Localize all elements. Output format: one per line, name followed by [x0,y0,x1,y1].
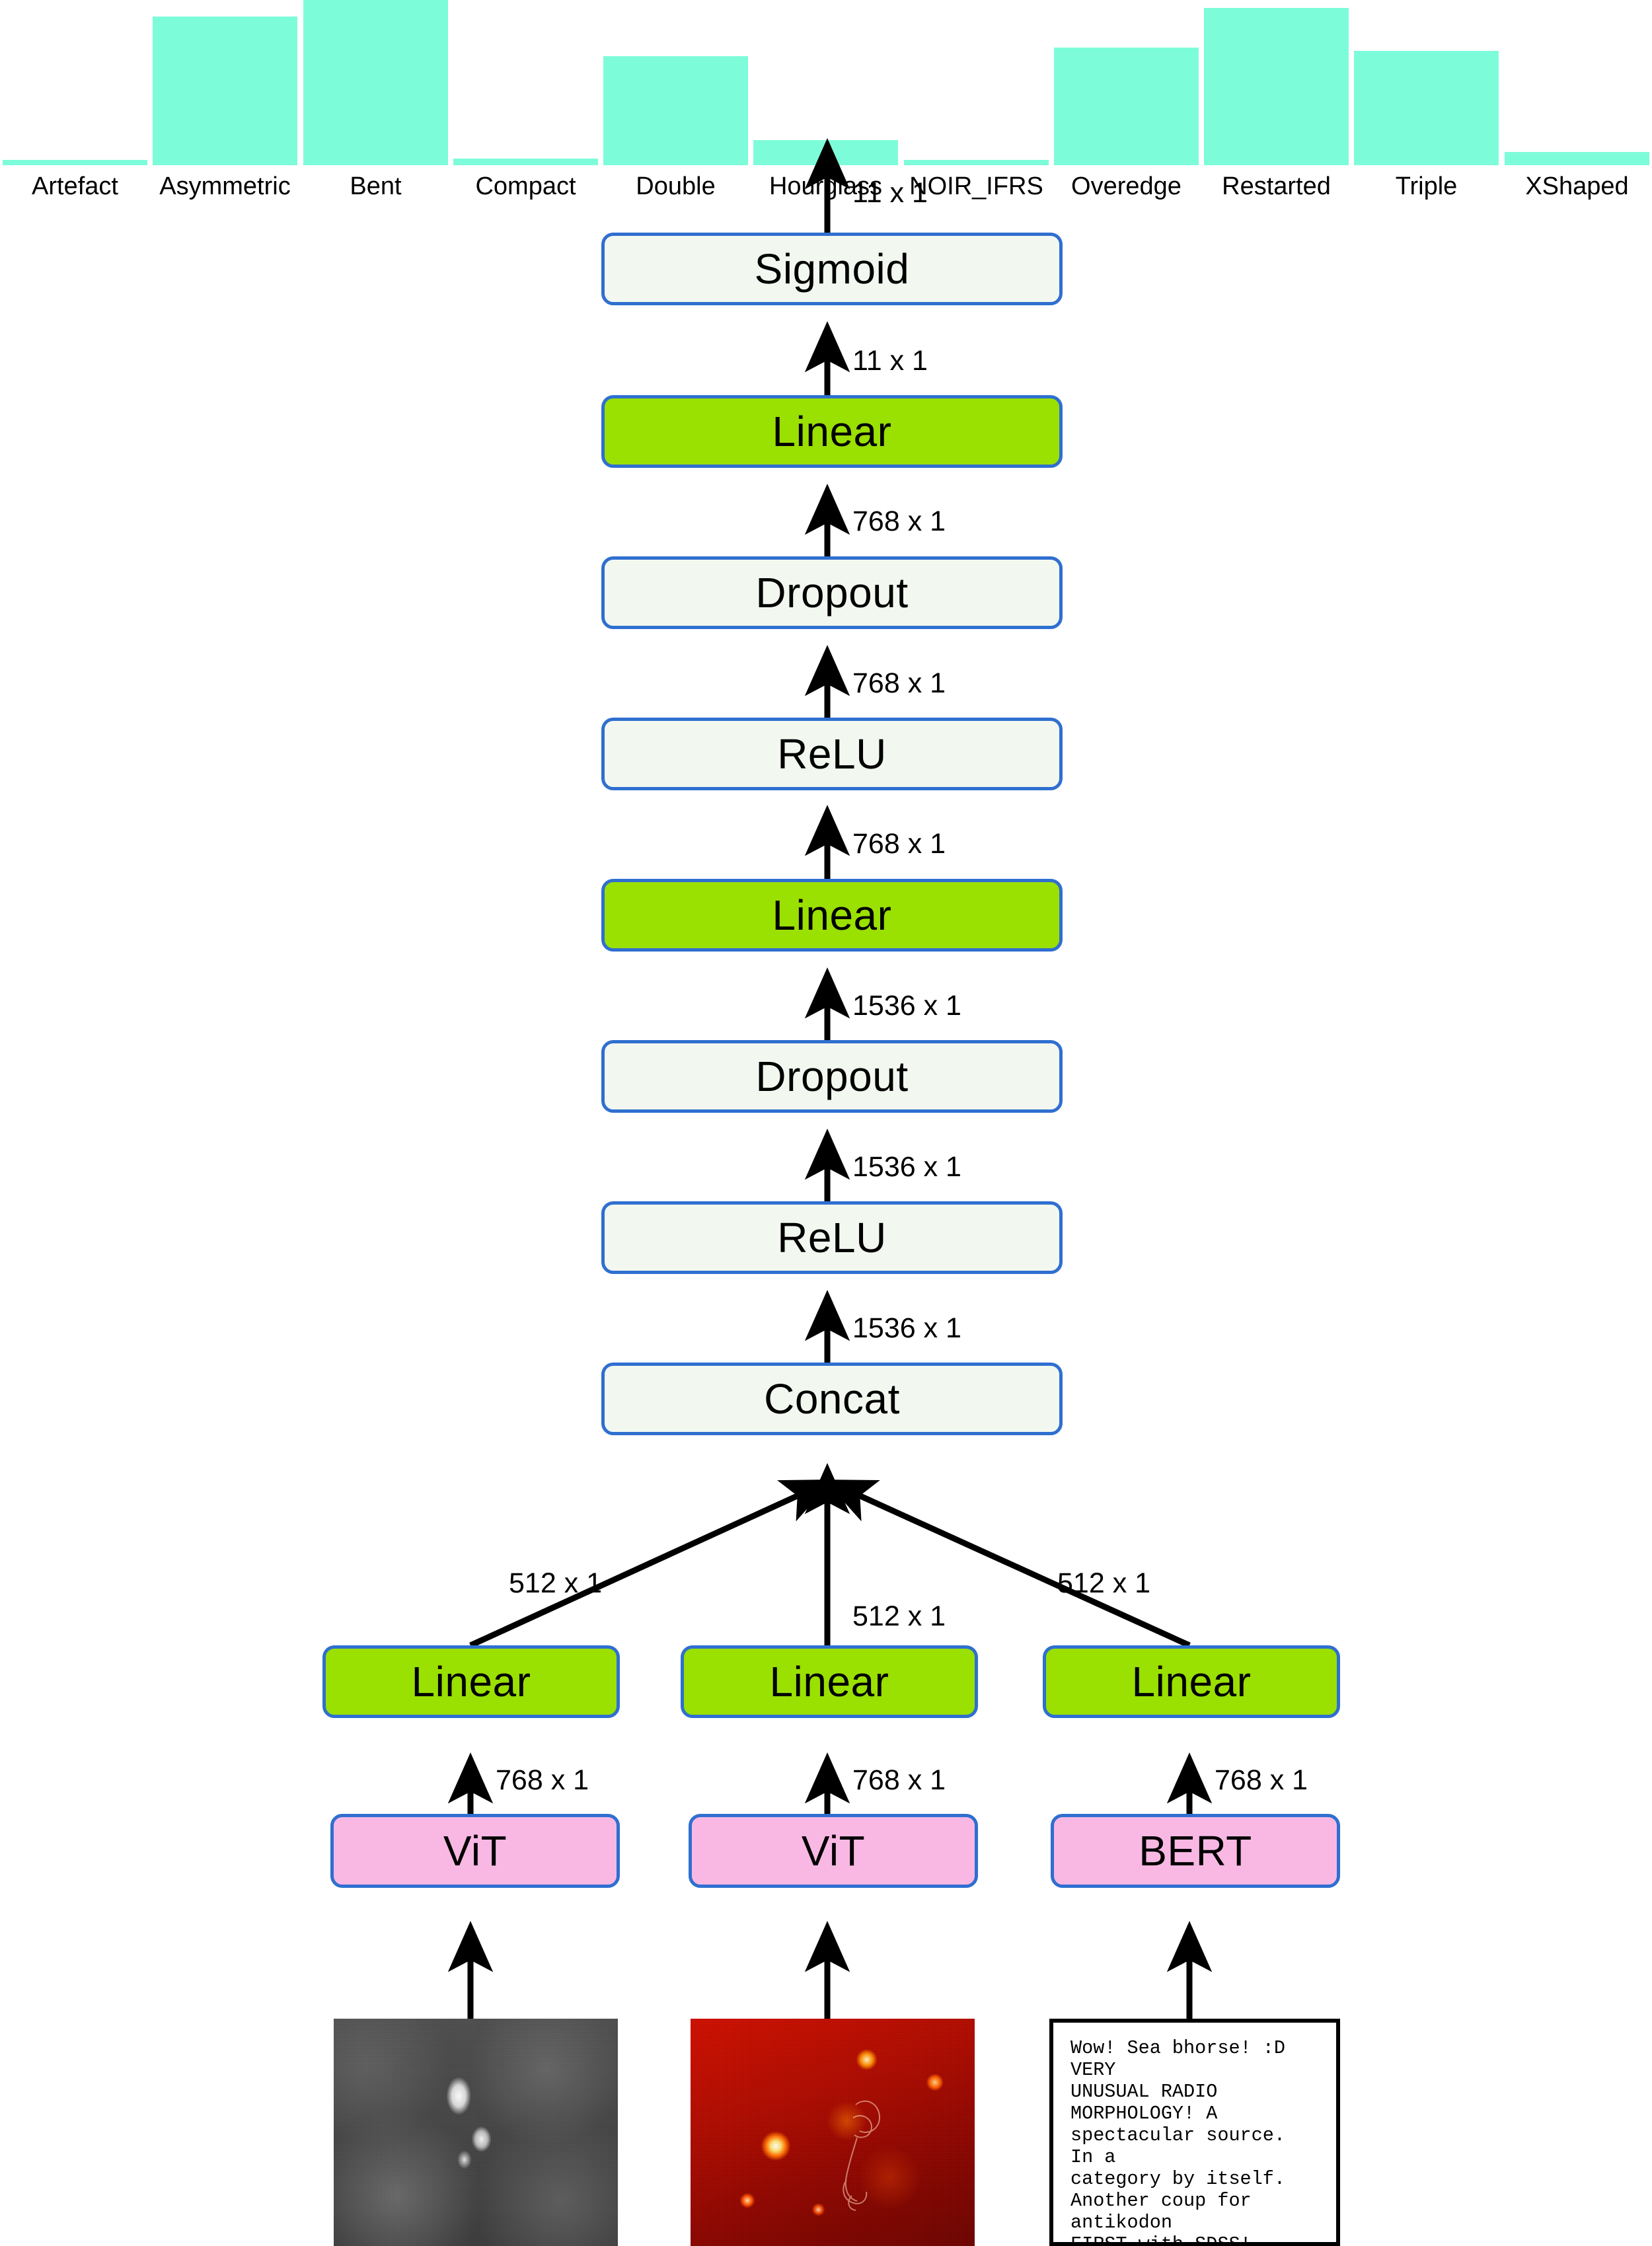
edge-label-bert-right-out: 768 x 1 [1215,1764,1308,1796]
node-linear-left[interactable]: Linear [322,1645,620,1718]
node-relu-mid[interactable]: ReLU [601,1201,1063,1274]
edge-label-dropout-mid-in: 1536 x 1 [852,1151,961,1183]
node-sigmoid[interactable]: Sigmoid [601,233,1063,305]
bar-label-bent: Bent [350,172,402,200]
node-relu-mid-label: ReLU [777,1214,887,1261]
bar-double [603,56,748,165]
edge-label-linear-mid-in: 1536 x 1 [852,990,961,1022]
node-bert-right[interactable]: BERT [1051,1814,1340,1888]
bar-label-triple: Triple [1395,172,1458,200]
node-linear-top-label: Linear [772,408,892,455]
bar-label-restarted: Restarted [1222,172,1331,200]
input-comment-textbox: Wow! Sea bhorse! :D VERY UNUSUAL RADIO M… [1049,2019,1340,2246]
input-radio-image [691,2019,975,2246]
bar-label-asymmetric: Asymmetric [159,172,291,200]
node-linear-mid[interactable]: Linear [601,879,1063,952]
edge-label-dropout-top-in: 768 x 1 [852,667,946,699]
node-linear-mid-label: Linear [772,891,892,939]
bar-label-compact: Compact [475,172,576,200]
radio-contours [843,2100,881,2211]
node-linear-left-label: Linear [411,1658,531,1705]
optical-image-noise-overlay [334,2019,618,2246]
bar-chart-plot-area [0,0,1652,165]
bar-triple [1354,51,1499,165]
node-sigmoid-label: Sigmoid [754,245,910,293]
edge-label-vit-left-out: 768 x 1 [496,1764,589,1796]
node-linear-right[interactable]: Linear [1043,1645,1340,1718]
edge-label-sigmoid-in: 11 x 1 [852,345,928,377]
node-concat-label: Concat [764,1375,900,1423]
edge-label-concat-center: 512 x 1 [852,1600,946,1632]
edge-label-linear-top-in: 768 x 1 [852,505,946,537]
bar-hourglass [753,140,898,165]
node-relu-top-label: ReLU [777,730,887,778]
node-dropout-top-label: Dropout [755,569,909,617]
bar-label-double: Double [636,172,716,200]
edge-label-vit-center-out: 768 x 1 [852,1764,946,1796]
node-dropout-top[interactable]: Dropout [601,556,1063,629]
node-vit-left[interactable]: ViT [330,1814,620,1888]
bar-noir_ifrs [904,160,1049,165]
node-vit-center[interactable]: ViT [689,1814,978,1888]
node-vit-center-label: ViT [801,1827,866,1875]
node-linear-center[interactable]: Linear [681,1645,978,1718]
node-concat[interactable]: Concat [601,1363,1063,1435]
node-dropout-mid-label: Dropout [755,1053,909,1100]
bar-compact [453,159,598,165]
bar-artefact [3,160,147,165]
bar-label-artefact: Artefact [32,172,118,200]
bar-label-xshaped: XShaped [1525,172,1629,200]
node-relu-top[interactable]: ReLU [601,718,1063,790]
bar-restarted [1204,8,1349,165]
edge-label-concat-right: 512 x 1 [1057,1567,1151,1599]
bar-label-overedge: Overedge [1071,172,1182,200]
node-dropout-mid[interactable]: Dropout [601,1040,1063,1113]
node-linear-top[interactable]: Linear [601,395,1063,468]
bar-overedge [1054,48,1199,165]
bar-asymmetric [153,17,297,165]
edge-label-relu-top-in: 768 x 1 [852,828,946,860]
node-vit-left-label: ViT [443,1827,507,1875]
input-optical-image [334,2019,618,2246]
edge-label-concat-left: 512 x 1 [509,1567,603,1599]
edge-label-output: 11 x 1 [852,177,928,209]
model-architecture-diagram: Sigmoid Linear Dropout ReLU Linear Dropo… [0,137,1652,2246]
node-linear-center-label: Linear [769,1658,889,1705]
bar-bent [303,0,448,165]
edge-label-relu-mid-in: 1536 x 1 [852,1312,961,1344]
node-linear-right-label: Linear [1131,1658,1252,1705]
node-bert-right-label: BERT [1139,1827,1252,1875]
bar-xshaped [1505,152,1649,165]
class-distribution-bar-chart: Artefact Asymmetric Bent Compact Double Hourg… [0,0,1652,200]
